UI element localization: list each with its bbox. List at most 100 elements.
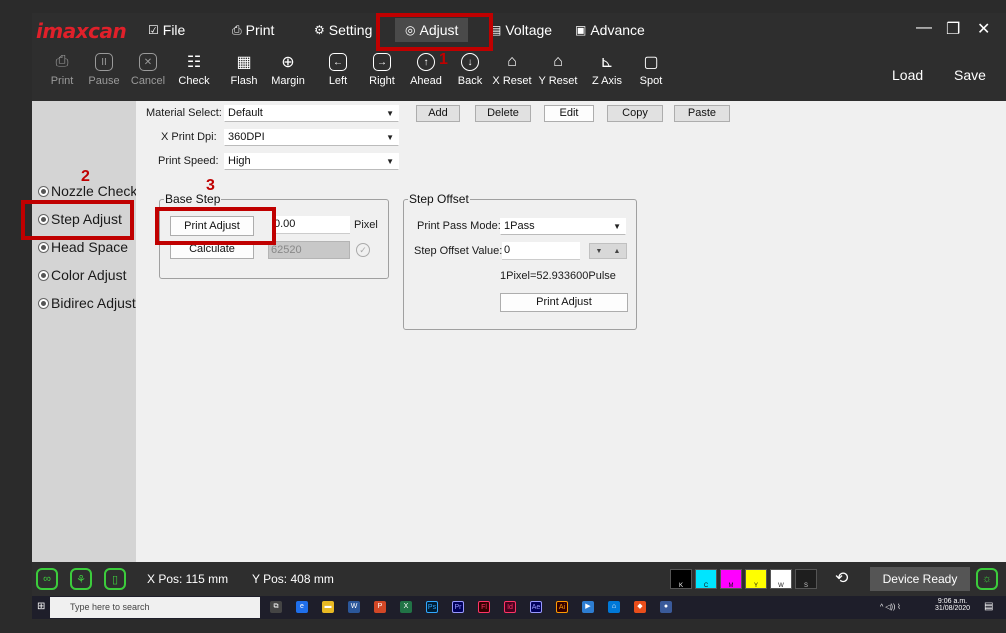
back-button-label: Back — [457, 75, 483, 87]
back-button[interactable]: ↓ Back — [448, 53, 492, 87]
dpi-label: X Print Dpi: — [161, 131, 217, 143]
after-effects-icon[interactable]: Ae — [530, 601, 542, 613]
add-button[interactable]: Add — [416, 105, 460, 122]
dpi-select[interactable]: 360DPI ▼ — [224, 129, 399, 146]
close-icon[interactable]: ✕ — [977, 19, 990, 39]
paste-button[interactable]: Paste — [674, 105, 730, 122]
powerpoint-icon[interactable]: P — [374, 601, 386, 613]
spot-icon: ▢ — [643, 54, 659, 71]
load-button[interactable]: Load — [892, 67, 923, 83]
refresh-icon[interactable]: ⟲ — [835, 568, 848, 588]
ink-y: Y — [745, 569, 767, 589]
sun-icon[interactable]: ☼ — [976, 568, 998, 590]
ahead-button-label: Ahead — [410, 75, 442, 87]
photoshop-icon[interactable]: Ps — [426, 601, 438, 613]
home-icon: ⌂ — [553, 53, 563, 70]
ink-m-label: M — [728, 583, 734, 589]
check-circle-icon[interactable]: ✓ — [356, 243, 370, 257]
print-speed-value: High — [228, 155, 251, 167]
menu-setting[interactable]: ⚙ Setting — [314, 22, 372, 38]
check-button-label: Check — [178, 75, 210, 87]
save-button[interactable]: Save — [954, 67, 986, 83]
menu-file-label: File — [162, 22, 186, 38]
spot-button-label: Spot — [639, 75, 663, 87]
target-icon: ⊕ — [281, 54, 295, 71]
offset-print-adjust-button[interactable]: Print Adjust — [500, 293, 628, 312]
y-reset-button[interactable]: ⌂ Y Reset — [536, 53, 580, 87]
annotation-number-3: 3 — [206, 177, 215, 194]
excel-icon[interactable]: X — [400, 601, 412, 613]
clock-time: 9:06 a.m. — [937, 598, 968, 605]
sidebar-item-color-adjust[interactable]: Color Adjust — [38, 267, 126, 283]
cancel-button[interactable]: ✕ Cancel — [126, 53, 170, 87]
menu-voltage[interactable]: ▤ Voltage — [490, 22, 552, 38]
ink-c-label: C — [703, 583, 709, 589]
tray-icons[interactable]: ^ ◁)) ⌇ — [880, 603, 901, 611]
step-offset-value-label: Step Offset Value: — [414, 245, 503, 257]
pixel-pulse-info: 1Pixel=52.933600Pulse — [500, 270, 616, 282]
task-view-icon[interactable]: ⧉ — [270, 601, 282, 613]
taskbar-search-input[interactable]: Type here to search — [50, 597, 260, 618]
z-axis-button[interactable]: ⊾ Z Axis — [585, 53, 629, 87]
store-icon[interactable]: ⌂ — [608, 601, 620, 613]
printer-icon: ⎙ — [232, 22, 242, 37]
ink-m: M — [720, 569, 742, 589]
menu-advance[interactable]: ▣ Advance — [575, 22, 645, 38]
folder-icon[interactable]: ▬ — [322, 601, 334, 613]
spot-button[interactable]: ▢ Spot — [629, 53, 673, 87]
media-player-icon[interactable]: ▶ — [582, 601, 594, 613]
word-icon[interactable]: W — [348, 601, 360, 613]
pause-button[interactable]: II Pause — [82, 53, 126, 87]
print-speed-select[interactable]: High ▼ — [224, 153, 399, 170]
pass-mode-select[interactable]: 1Pass ▼ — [500, 218, 626, 235]
sidebar-item-label: Head Space — [51, 239, 129, 255]
check-button[interactable]: ☷ Check — [172, 53, 216, 87]
device-ready-status: Device Ready — [870, 567, 970, 591]
thermometer-icon[interactable]: ▯ — [104, 568, 126, 590]
flash-app-icon[interactable]: Fl — [478, 601, 490, 613]
link-icon[interactable]: ∞ — [36, 568, 58, 590]
material-select[interactable]: Default ▼ — [224, 105, 399, 122]
margin-button[interactable]: ⊕ Margin — [266, 53, 310, 87]
chevron-up-icon[interactable]: ▲ — [614, 248, 621, 255]
annotation-number-1: 1 — [439, 51, 448, 68]
delete-button[interactable]: Delete — [475, 105, 531, 122]
step-offset-value-input[interactable]: 0 — [502, 242, 580, 260]
x-reset-button[interactable]: ⌂ X Reset — [490, 53, 534, 87]
copy-button[interactable]: Copy — [607, 105, 663, 122]
base-step-value-input[interactable]: 0.00 — [272, 216, 350, 234]
sidebar-item-bidirec-adjust[interactable]: Bidirec Adjust — [38, 295, 136, 311]
premiere-icon[interactable]: Pr — [452, 601, 464, 613]
minimize-icon[interactable]: — — [916, 19, 932, 37]
menu-setting-label: Setting — [328, 22, 373, 38]
illustrator-icon[interactable]: Ai — [556, 601, 568, 613]
sidebar-item-head-space[interactable]: Head Space — [38, 239, 128, 255]
menu-print[interactable]: ⎙ Print — [232, 22, 274, 38]
restore-icon[interactable]: ❐ — [946, 19, 960, 39]
y-reset-button-label: Y Reset — [538, 75, 578, 87]
calculate-value: 62520 — [268, 241, 350, 259]
flash-button-label: Flash — [230, 75, 258, 87]
left-button[interactable]: ← Left — [316, 53, 360, 87]
right-button[interactable]: → Right — [360, 53, 404, 87]
sidebar-item-label: Bidirec Adjust — [51, 295, 136, 311]
toolbar: ⎙ Print II Pause ✕ Cancel ☷ Check ▦ Flash ⊕ Ma… — [32, 51, 1006, 101]
windows-start-icon[interactable]: ⊞ — [37, 601, 45, 612]
print-button[interactable]: ⎙ Print — [40, 53, 84, 87]
menu-file[interactable]: ☑ File — [148, 22, 185, 38]
edge-icon[interactable]: e — [296, 601, 308, 613]
notification-icon[interactable]: ▤ — [984, 601, 993, 612]
indesign-icon[interactable]: Id — [504, 601, 516, 613]
color-app-icon[interactable]: ◆ — [634, 601, 646, 613]
heater-icon[interactable]: ⚘ — [70, 568, 92, 590]
clock[interactable]: 9:06 a.m. 31/08/2020 — [935, 598, 970, 612]
ink-w: W — [770, 569, 792, 589]
offset-spinner[interactable]: ▼ ▲ — [589, 243, 627, 259]
flash-button[interactable]: ▦ Flash — [222, 53, 266, 87]
print-speed-label: Print Speed: — [158, 155, 219, 167]
edit-button[interactable]: Edit — [544, 105, 594, 122]
dpi-select-value: 360DPI — [228, 131, 265, 143]
chevron-down-icon[interactable]: ▼ — [596, 248, 603, 255]
imaxcan-app-icon[interactable]: ● — [660, 601, 672, 613]
radio-icon — [38, 241, 49, 253]
